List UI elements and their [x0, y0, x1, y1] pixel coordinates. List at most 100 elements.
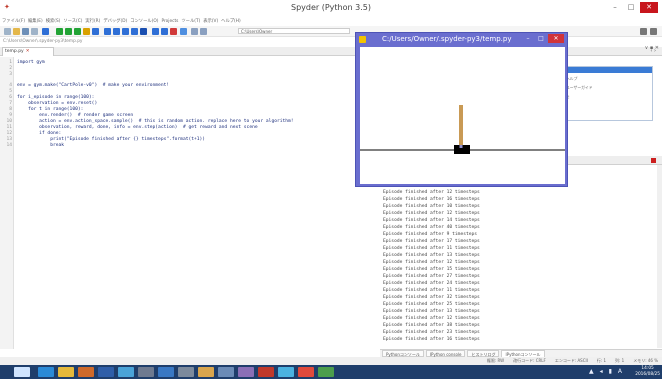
status-permissions: 権限: RW	[486, 358, 505, 363]
python-taskbar-icon[interactable]	[278, 367, 294, 377]
spyder-taskbar-icon[interactable]	[258, 367, 274, 377]
run-icon[interactable]	[56, 28, 63, 35]
pyglet-window-taskbar-icon[interactable]	[318, 367, 334, 377]
console-line: Episode finished after 11 timesteps	[383, 246, 480, 251]
stop-debug-icon[interactable]	[140, 28, 147, 35]
working-directory-field[interactable]: C:\Users\Owner	[238, 28, 350, 34]
help-info-box: ヘルプ ユーザーガイド を	[563, 66, 653, 121]
chrome-icon[interactable]	[118, 367, 134, 377]
close-button[interactable]: ✕	[640, 2, 658, 13]
cartpole-canvas	[360, 47, 565, 184]
python-path-icon[interactable]	[180, 28, 187, 35]
windows-start-icon[interactable]	[14, 367, 30, 377]
debug-icon[interactable]	[92, 28, 99, 35]
help-box-row: ヘルプ	[566, 76, 578, 81]
pane-options-icon[interactable]: ∨ ▪ ✕	[645, 45, 659, 51]
console-line: Episode finished after 16 timesteps	[383, 337, 480, 342]
disk-taskbar-icon[interactable]	[218, 367, 234, 377]
render-window-titlebar[interactable]: C:/Users/Owner/.spyder-py3/temp.py – □ ✕	[356, 33, 567, 47]
menu-file[interactable]: ファイル(F)	[2, 17, 25, 26]
save-icon[interactable]	[22, 28, 29, 35]
parent-directory-icon[interactable]	[650, 28, 657, 35]
code-text: break	[17, 143, 65, 148]
open-file-icon[interactable]	[13, 28, 20, 35]
file-explorer-icon[interactable]	[58, 367, 74, 377]
network-taskbar-icon[interactable]	[238, 367, 254, 377]
console-line: Episode finished after 10 timesteps	[383, 204, 480, 209]
folder-taskbar-icon[interactable]	[198, 367, 214, 377]
save-all-icon[interactable]	[31, 28, 38, 35]
tool-taskbar-icon[interactable]	[138, 367, 154, 377]
settings-taskbar-icon[interactable]	[178, 367, 194, 377]
menu-help[interactable]: ヘルプ(H)	[221, 17, 240, 26]
menu-projects[interactable]: Projects	[161, 17, 178, 26]
render-close-button[interactable]: ✕	[548, 34, 564, 43]
help-box-row[interactable]: ユーザーガイド	[564, 82, 652, 91]
run-cell-icon[interactable]	[65, 28, 72, 35]
menu-source[interactable]: ソース(C)	[63, 17, 82, 26]
speaker-icon[interactable]: ◂	[600, 368, 603, 376]
console-output[interactable]: Episode finished after 17 timesteps Episo…	[380, 165, 662, 348]
tab-ipython-console[interactable]: IPython console	[425, 350, 466, 357]
console-line: Episode finished after 12 timesteps	[383, 316, 480, 321]
console-line: Episode finished after 14 timesteps	[383, 218, 480, 223]
console-line: Episode finished after 17 timesteps	[383, 239, 480, 244]
internet-explorer-icon[interactable]	[38, 367, 54, 377]
console-scrollbar[interactable]	[657, 165, 662, 348]
tab-history-log[interactable]: ヒストリログ	[467, 350, 500, 357]
network-icon[interactable]: ▮	[609, 368, 612, 376]
media-taskbar-icon[interactable]	[158, 367, 174, 377]
console-line: Episode finished after 16 timesteps	[383, 197, 480, 202]
render-window-controls: – □ ✕	[522, 34, 564, 43]
firefox-icon[interactable]	[78, 367, 94, 377]
menu-consoles[interactable]: コンソール(O)	[130, 17, 158, 26]
step-return-icon[interactable]	[122, 28, 129, 35]
menu-run[interactable]: 実行(R)	[85, 17, 100, 26]
list-icon[interactable]	[42, 28, 49, 35]
status-memory: メモリ: 46 %	[633, 358, 658, 363]
tray-arrow-icon[interactable]: ▲	[589, 368, 594, 376]
maximize-pane-icon[interactable]	[152, 28, 159, 35]
fullscreen-icon[interactable]	[161, 28, 168, 35]
tab-python-console[interactable]: Pythonコンソール	[382, 350, 424, 357]
back-arrow-icon[interactable]	[191, 28, 198, 35]
console-line: Episode finished after 12 timesteps	[383, 190, 480, 195]
taskbar-clock[interactable]: 14:05 2016/08/25	[635, 366, 660, 377]
close-tab-icon[interactable]: ✕	[26, 49, 30, 54]
app-taskbar-icon[interactable]	[98, 367, 114, 377]
menu-view[interactable]: 表示(V)	[203, 17, 218, 26]
stop-console-icon[interactable]	[651, 158, 656, 163]
tab-temp-py[interactable]: temp.py ✕	[2, 47, 54, 56]
continue-icon[interactable]	[131, 28, 138, 35]
step-icon[interactable]	[104, 28, 111, 35]
menu-edit[interactable]: 編集(E)	[28, 17, 43, 26]
console-line: Episode finished after 13 timesteps	[383, 253, 480, 258]
menu-debug[interactable]: デバッグ(D)	[103, 17, 127, 26]
render-maximize-button[interactable]: □	[535, 34, 547, 43]
step-into-icon[interactable]	[113, 28, 120, 35]
menu-search[interactable]: 検索(S)	[46, 17, 61, 26]
run-selection-icon[interactable]	[83, 28, 90, 35]
minimize-button[interactable]: –	[608, 2, 622, 13]
console-line: Episode finished after 13 timesteps	[383, 309, 480, 314]
powerpoint-taskbar-icon[interactable]	[298, 367, 314, 377]
cartpole-render-window[interactable]: C:/Users/Owner/.spyder-py3/temp.py – □ ✕	[355, 32, 568, 187]
line-number: 3	[9, 72, 12, 77]
status-line: 行: 1	[596, 358, 607, 363]
console-line: Episode finished after 40 timesteps	[383, 225, 480, 230]
pole	[459, 105, 463, 147]
forward-arrow-icon[interactable]	[200, 28, 207, 35]
console-line: Episode finished after 27 timesteps	[383, 274, 480, 279]
code-editor[interactable]: 1 import gym 2 3 4 env = gym.make("CartPol…	[0, 57, 380, 349]
browse-directory-icon[interactable]	[640, 28, 647, 35]
tab-label: temp.py	[5, 49, 24, 54]
new-file-icon[interactable]	[4, 28, 11, 35]
tab-ipython-console-active[interactable]: IPythonコンソール	[501, 350, 545, 357]
maximize-button[interactable]: □	[624, 2, 638, 13]
console-line: Episode finished after 38 timesteps	[383, 323, 480, 328]
preferences-icon[interactable]	[170, 28, 177, 35]
run-cell-advance-icon[interactable]	[74, 28, 81, 35]
render-minimize-button[interactable]: –	[522, 34, 534, 43]
ime-icon[interactable]: A	[618, 368, 622, 376]
menu-tools[interactable]: ツール(T)	[181, 17, 200, 26]
